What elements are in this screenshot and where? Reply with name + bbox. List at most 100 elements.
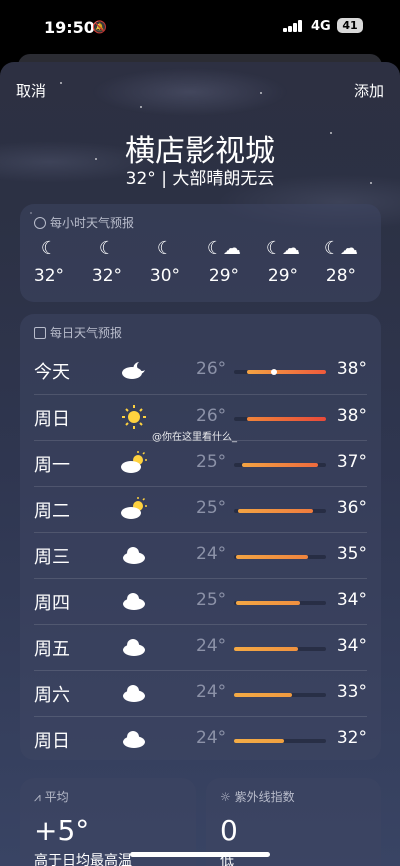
star	[140, 106, 142, 108]
low-temp: 24°	[196, 544, 227, 564]
high-temp: 34°	[336, 636, 367, 656]
calendar-icon	[34, 327, 46, 339]
day-name: 周六	[34, 685, 70, 706]
moon-cloud-icon: ☾☁	[206, 238, 242, 259]
average-subtitle: 高于日均最高温	[34, 853, 132, 866]
uv-value: 0	[220, 814, 238, 847]
temp-range-bar	[234, 369, 326, 375]
temp-range-fill	[236, 555, 308, 559]
day-name: 周一	[34, 455, 70, 476]
temp-range-bar	[234, 647, 326, 651]
temp-range-bar	[234, 601, 326, 605]
cancel-button[interactable]: 取消	[16, 80, 46, 101]
silent-bell-icon: 🔕	[92, 20, 107, 34]
daily-row[interactable]: 周三 24° 35°	[34, 532, 367, 579]
cloud-icon	[119, 679, 149, 707]
daily-row[interactable]: 今天 26° 38°	[34, 348, 367, 394]
uv-title: 紫外线指数	[234, 790, 295, 804]
high-temp: 35°	[336, 544, 367, 564]
low-temp: 25°	[196, 590, 227, 610]
sun-icon	[119, 403, 149, 431]
sun-cloud-icon	[119, 495, 149, 523]
moon-icon: ☾	[40, 238, 58, 259]
day-name: 今天	[34, 362, 70, 383]
clock-icon	[34, 217, 46, 229]
hourly-item: ☾☁ 29°	[258, 236, 308, 286]
high-temp: 33°	[336, 682, 367, 702]
low-temp: 26°	[196, 406, 227, 426]
average-value: +5°	[34, 814, 90, 847]
hourly-temp: 30°	[149, 266, 181, 286]
day-name: 周日	[34, 409, 70, 430]
sun-icon: ☼	[220, 790, 235, 804]
low-temp: 24°	[196, 636, 227, 656]
network-type: 4G	[311, 19, 331, 34]
high-temp: 37°	[336, 452, 367, 472]
daily-row[interactable]: 周一 25° 37°	[34, 440, 367, 487]
status-time: 19:50	[44, 18, 95, 37]
hourly-temp: 29°	[267, 266, 299, 286]
high-temp: 32°	[336, 728, 367, 748]
temp-range-fill	[238, 509, 313, 513]
daily-row[interactable]: 周五 24° 34°	[34, 624, 367, 671]
daily-forecast-title: 每日天气预报	[50, 326, 123, 340]
add-button[interactable]: 添加	[354, 80, 384, 101]
hourly-forecast-header: 每小时天气预报	[34, 214, 134, 231]
hourly-temp: 29°	[208, 266, 240, 286]
high-temp: 38°	[336, 359, 367, 379]
low-temp: 25°	[196, 452, 227, 472]
star	[260, 92, 262, 94]
daily-row[interactable]: 周四 25° 34°	[34, 578, 367, 625]
cloud-icon	[119, 633, 149, 661]
temp-range-fill	[247, 370, 326, 374]
moon-cloud-icon: ☾☁	[265, 238, 301, 259]
day-name: 周二	[34, 501, 70, 522]
trend-chart-icon: ⩘	[34, 790, 45, 804]
low-temp: 24°	[196, 682, 227, 702]
day-name: 周日	[34, 731, 70, 752]
temp-range-bar	[234, 509, 326, 513]
moon-icon: ☾	[156, 238, 174, 259]
low-temp: 24°	[196, 728, 227, 748]
hourly-forecast-title: 每小时天气预报	[50, 216, 135, 230]
current-conditions: 32° | 大部晴朗无云	[125, 169, 275, 189]
cloud-icon	[119, 725, 149, 753]
hourly-item: ☾ 30°	[140, 236, 190, 286]
temp-range-bar	[234, 693, 326, 697]
low-temp: 26°	[196, 359, 227, 379]
daily-forecast-header: 每日天气预报	[34, 324, 122, 341]
day-name: 周三	[34, 547, 70, 568]
weather-sheet: 取消 添加 横店影视城 32° | 大部晴朗无云 每小时天气预报 ☾ 32° ☾…	[0, 62, 400, 866]
hourly-item: ☾ 32°	[24, 236, 74, 286]
star	[60, 82, 62, 84]
hourly-forecast-card[interactable]: 每小时天气预报 ☾ 32° ☾ 32° ☾ 30° ☾☁ 29° ☾☁ 29° …	[20, 204, 381, 302]
temp-range-bar	[234, 555, 326, 559]
temp-range-fill	[234, 693, 292, 697]
cloud-icon	[119, 587, 149, 615]
high-temp: 34°	[336, 590, 367, 610]
temp-range-fill	[234, 739, 284, 743]
day-name: 周四	[34, 593, 70, 614]
cellular-signal-icon	[283, 20, 303, 32]
daily-row[interactable]: 周六 24° 33°	[34, 670, 367, 717]
home-indicator[interactable]	[130, 852, 270, 857]
daily-forecast-card[interactable]: 每日天气预报 今天 26° 38° 周日 26° 38° 周一 25° 37° …	[20, 314, 381, 760]
moon-cloud-icon: ☾☁	[323, 238, 359, 259]
hourly-item: ☾ 32°	[82, 236, 132, 286]
sun-cloud-icon	[119, 449, 149, 477]
temp-range-bar	[234, 739, 326, 743]
hourly-temp: 32°	[33, 266, 65, 286]
status-bar: 19:50 🔕 4G 41	[0, 0, 400, 54]
day-name: 周五	[34, 639, 70, 660]
watermark: @你在这里看什么_	[152, 432, 237, 443]
hourly-item: ☾☁ 28°	[316, 236, 366, 286]
temp-range-fill	[234, 647, 298, 651]
hourly-item: ☾☁ 29°	[199, 236, 249, 286]
daily-row[interactable]: 周二 25° 36°	[34, 486, 367, 533]
daily-row[interactable]: 周日 24° 32°	[34, 716, 367, 763]
hourly-temp: 28°	[325, 266, 357, 286]
high-temp: 36°	[336, 498, 367, 518]
high-temp: 38°	[336, 406, 367, 426]
temp-range-fill	[242, 463, 318, 467]
temp-range-bar	[234, 463, 326, 467]
